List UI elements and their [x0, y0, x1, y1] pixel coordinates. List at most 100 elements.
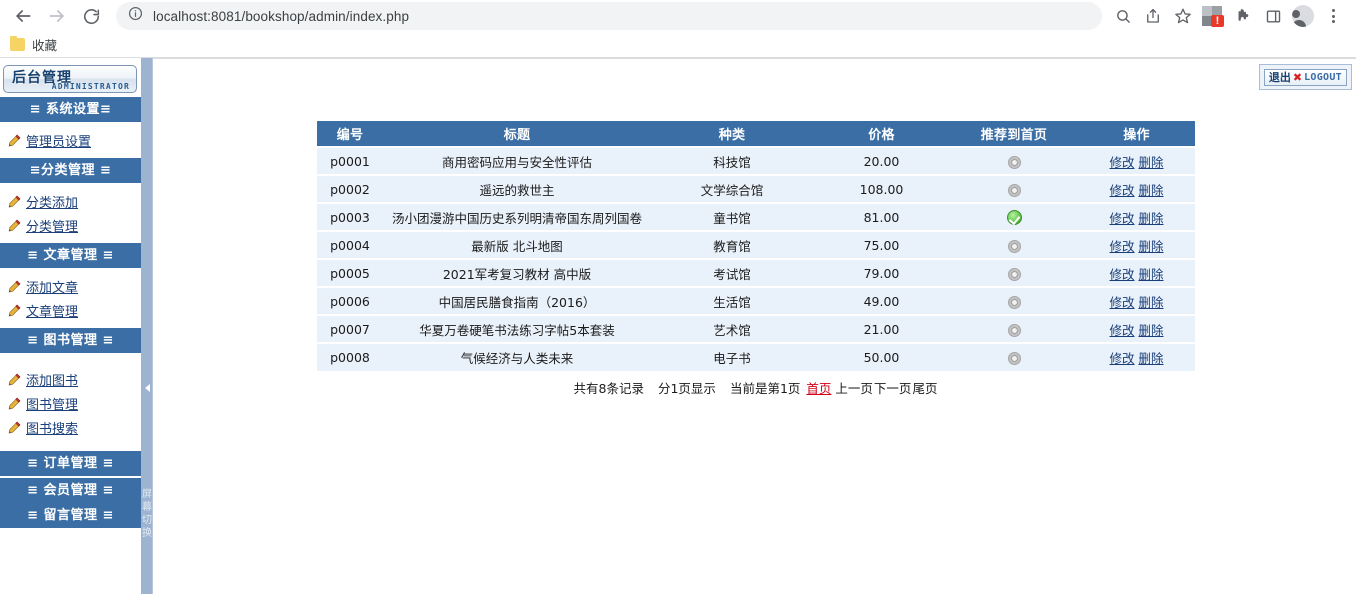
book-table-body: p0001 商用密码应用与安全性评估 科技馆 20.00 修改 删除 p0002 遥远的救世主… [317, 146, 1195, 371]
folder-icon [10, 35, 25, 51]
cell-operations: 修改 删除 [1078, 146, 1195, 175]
browser-chrome: localhost:8081/bookshop/admin/index.php [0, 0, 1356, 58]
arrow-back-icon [16, 10, 31, 22]
recommend-on-icon[interactable] [1006, 210, 1022, 225]
reload-button[interactable] [74, 1, 108, 31]
sidebar-splitter[interactable]: 屏 幕 切 换 [141, 58, 153, 594]
bookmark-item-favorites[interactable]: 收藏 [32, 35, 57, 54]
sidebar-item-label: 添加文章 [26, 280, 79, 296]
table-row: p0006 中国居民膳食指南（2016） 生活馆 49.00 修改 删除 [317, 286, 1195, 315]
edit-link[interactable]: 修改 [1109, 239, 1134, 254]
toolbar-icons: ! [1108, 1, 1348, 31]
pencil-icon [8, 134, 21, 146]
sidebar-item-book-search[interactable]: 图书搜索 [0, 415, 141, 439]
pagination-last-link[interactable]: 尾页 [912, 381, 937, 396]
sidebar-item-category-add[interactable]: 分类添加 [0, 189, 141, 213]
delete-link[interactable]: 删除 [1139, 211, 1164, 226]
pagination-pages: 分1页显示 [657, 381, 716, 396]
recommend-off-icon[interactable] [1007, 155, 1021, 169]
cell-book-id: p0001 [317, 146, 383, 175]
delete-link[interactable]: 删除 [1139, 267, 1164, 282]
share-icon[interactable] [1138, 1, 1168, 31]
edit-link[interactable]: 修改 [1109, 295, 1134, 310]
sidebar-item-label: 图书搜索 [26, 421, 79, 437]
sidebar-menu-article: 添加文章 文章管理 [0, 268, 141, 328]
pagination-total: 共有8条记录 [573, 381, 644, 396]
cell-book-id: p0006 [317, 286, 383, 315]
edit-link[interactable]: 修改 [1109, 211, 1134, 226]
recommend-off-icon[interactable] [1007, 352, 1021, 365]
pencil-icon [8, 304, 21, 316]
side-panel-icon[interactable] [1258, 1, 1288, 31]
search-icon[interactable] [1108, 1, 1138, 31]
forward-button[interactable] [40, 1, 74, 31]
sidebar-menu-system: 管理员设置 [0, 122, 141, 158]
cell-book-price: 79.00 [813, 258, 950, 287]
pagination-first-link[interactable]: 首页 [806, 381, 831, 396]
cell-book-id: p0004 [317, 230, 383, 259]
logout-button[interactable]: 退出 ✖ LOGOUT [1263, 68, 1347, 86]
delete-link[interactable]: 删除 [1139, 351, 1164, 366]
cell-book-price: 20.00 [813, 146, 950, 175]
pencil-icon [8, 219, 21, 231]
recommend-off-icon[interactable] [1007, 239, 1021, 253]
cell-book-price: 108.00 [813, 174, 950, 203]
cell-book-title: 中国居民膳食指南（2016） [383, 286, 651, 315]
sidebar-item-category-manage[interactable]: 分类管理 [0, 213, 141, 237]
collapse-arrow-icon[interactable] [142, 381, 152, 395]
puzzle-extensions-icon[interactable] [1228, 1, 1258, 31]
logout-label-en: LOGOUT [1304, 71, 1342, 83]
pagination-prev-link[interactable]: 上一页 [835, 381, 873, 396]
table-row: p0002 遥远的救世主 文学综合馆 108.00 修改 删除 [317, 174, 1195, 203]
delete-link[interactable]: 删除 [1139, 155, 1164, 170]
cell-book-category: 生活馆 [651, 286, 813, 315]
table-row: p0004 最新版 北斗地图 教育馆 75.00 修改 删除 [317, 230, 1195, 259]
profile-avatar-icon[interactable] [1288, 1, 1318, 31]
table-header-row: 编号 标题 种类 价格 推荐到首页 操作 [317, 121, 1195, 147]
address-bar[interactable]: localhost:8081/bookshop/admin/index.php [116, 2, 1102, 30]
address-bar-url: localhost:8081/bookshop/admin/index.php [153, 8, 410, 24]
edit-link[interactable]: 修改 [1109, 155, 1134, 170]
kebab-menu-icon[interactable] [1318, 1, 1348, 31]
close-icon: ✖ [1292, 71, 1303, 84]
extension-badge-icon[interactable]: ! [1198, 1, 1228, 31]
recommend-off-icon[interactable] [1007, 183, 1021, 197]
cell-operations: 修改 删除 [1078, 258, 1195, 287]
bookmarks-bar: 收藏 [0, 32, 1356, 58]
cell-operations: 修改 删除 [1078, 342, 1195, 371]
sidebar-item-label: 管理员设置 [26, 134, 92, 150]
site-info-icon[interactable] [128, 6, 143, 26]
delete-link[interactable]: 删除 [1139, 239, 1164, 254]
edit-link[interactable]: 修改 [1109, 183, 1134, 198]
back-button[interactable] [6, 1, 40, 31]
cell-recommend [950, 314, 1078, 343]
recommend-off-icon[interactable] [1007, 295, 1021, 309]
recommend-off-icon[interactable] [1007, 267, 1021, 281]
sidebar-menu-category: 分类添加 分类管理 [0, 183, 141, 243]
table-row: p0003 汤小团漫游中国历史系列明清帝国东周列国卷 童书馆 81.00 修改 删除 [317, 202, 1195, 231]
cell-book-id: p0008 [317, 342, 383, 371]
pencil-icon [8, 280, 21, 292]
sidebar-item-article-add[interactable]: 添加文章 [0, 274, 141, 298]
delete-link[interactable]: 删除 [1139, 295, 1164, 310]
edit-link[interactable]: 修改 [1109, 267, 1134, 282]
sidebar-item-book-add[interactable]: 添加图书 [0, 367, 141, 391]
cell-book-price: 21.00 [813, 314, 950, 343]
edit-link[interactable]: 修改 [1109, 323, 1134, 338]
delete-link[interactable]: 删除 [1139, 183, 1164, 198]
bookmark-star-icon[interactable] [1168, 1, 1198, 31]
recommend-off-icon[interactable] [1007, 323, 1021, 337]
edit-link[interactable]: 修改 [1109, 351, 1134, 366]
sidebar-item-article-manage[interactable]: 文章管理 [0, 298, 141, 322]
cell-operations: 修改 删除 [1078, 314, 1195, 343]
sidebar-item-book-manage[interactable]: 图书管理 [0, 391, 141, 415]
delete-link[interactable]: 删除 [1139, 323, 1164, 338]
cell-recommend [950, 258, 1078, 287]
extension-badge-count: ! [1211, 15, 1224, 27]
pagination-next-link[interactable]: 下一页 [874, 381, 912, 396]
sidebar: 后台管理 ADMINISTRATOR ≡ 系统设置≡ 管理员设置 ≡分类管理 ≡ [0, 58, 141, 594]
sidebar-item-admin-settings[interactable]: 管理员设置 [0, 128, 141, 152]
cell-book-title: 气候经济与人类未来 [383, 342, 651, 371]
cell-operations: 修改 删除 [1078, 202, 1195, 231]
cell-book-price: 50.00 [813, 342, 950, 371]
